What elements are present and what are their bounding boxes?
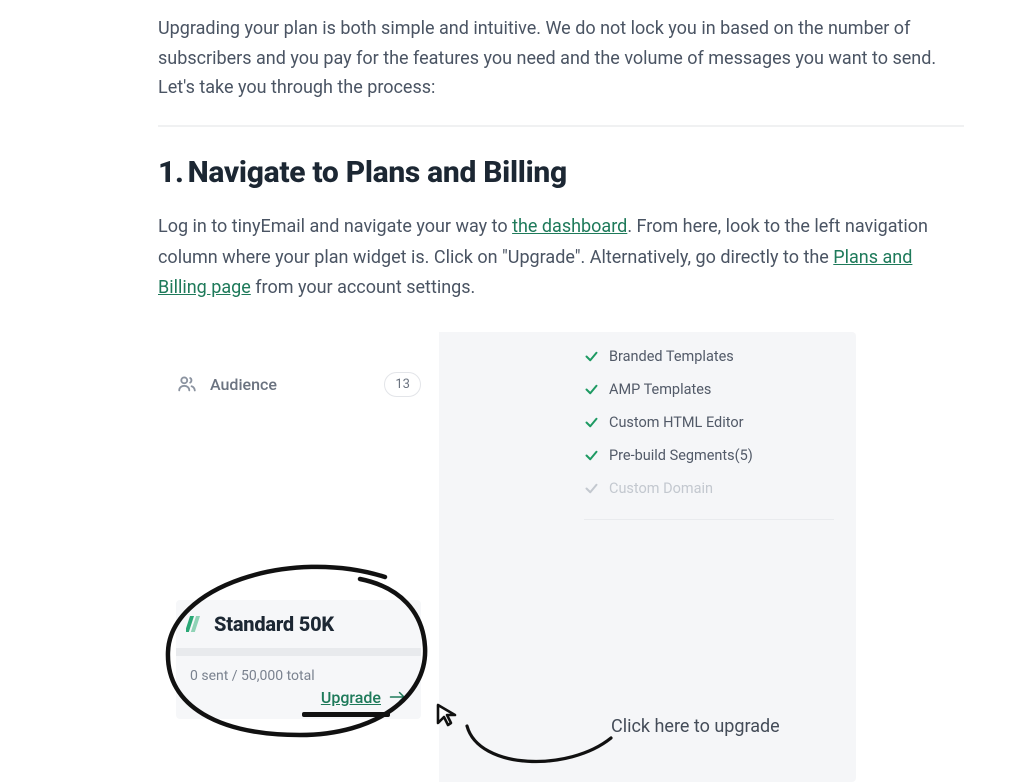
dashboard-link[interactable]: the dashboard bbox=[512, 216, 627, 237]
audience-label: Audience bbox=[210, 375, 277, 394]
cursor-icon bbox=[434, 702, 458, 728]
feature-label: Branded Templates bbox=[609, 348, 734, 365]
intro-paragraph: Upgrading your plan is both simple and i… bbox=[158, 14, 964, 103]
section-body: Log in to tinyEmail and navigate your wa… bbox=[158, 212, 964, 304]
section-text-3: from your account settings. bbox=[251, 277, 476, 298]
plan-name: Standard 50K bbox=[214, 612, 334, 636]
section-title-text: Navigate to Plans and Billing bbox=[188, 155, 567, 190]
feature-item-disabled: Custom Domain bbox=[584, 472, 834, 505]
plan-header: Standard 50K bbox=[176, 600, 421, 648]
annotation-underline bbox=[302, 712, 390, 717]
upgrade-link[interactable]: Upgrade bbox=[321, 688, 407, 707]
feature-divider bbox=[584, 519, 834, 520]
upgrade-label: Upgrade bbox=[321, 688, 381, 707]
screenshot-figure: Audience 13 Branded Templates AMP Templa… bbox=[154, 332, 856, 782]
annotation-arrow bbox=[459, 720, 619, 780]
check-icon bbox=[584, 382, 599, 397]
plan-progress-bar bbox=[176, 648, 421, 656]
plan-widget: Standard 50K 0 sent / 50,000 total Upgra… bbox=[176, 600, 421, 719]
check-icon bbox=[584, 415, 599, 430]
divider bbox=[158, 125, 964, 127]
feature-list: Branded Templates AMP Templates Custom H… bbox=[584, 340, 834, 520]
feature-label: Pre-build Segments(5) bbox=[609, 447, 753, 464]
section-heading: 1.Navigate to Plans and Billing bbox=[158, 155, 964, 190]
section-number: 1. bbox=[158, 155, 184, 190]
annotation-cursor-group bbox=[434, 702, 458, 728]
check-icon bbox=[584, 349, 599, 364]
section-text-1: Log in to tinyEmail and navigate your wa… bbox=[158, 216, 512, 237]
plan-usage: 0 sent / 50,000 total bbox=[190, 668, 407, 684]
check-icon bbox=[584, 481, 599, 496]
audience-icon bbox=[176, 373, 198, 395]
feature-label: AMP Templates bbox=[609, 381, 711, 398]
annotation-cta-text: Click here to upgrade bbox=[611, 716, 780, 737]
feature-item: AMP Templates bbox=[584, 373, 834, 406]
feature-item: Branded Templates bbox=[584, 340, 834, 373]
check-icon bbox=[584, 448, 599, 463]
feature-item: Custom HTML Editor bbox=[584, 406, 834, 439]
arrow-right-icon bbox=[389, 690, 407, 704]
feature-label: Custom Domain bbox=[609, 480, 713, 497]
feature-item: Pre-build Segments(5) bbox=[584, 439, 834, 472]
audience-count-badge: 13 bbox=[384, 372, 421, 397]
plan-bars-icon bbox=[186, 613, 204, 635]
feature-label: Custom HTML Editor bbox=[609, 414, 744, 431]
sidebar-item-audience[interactable]: Audience 13 bbox=[176, 372, 421, 397]
